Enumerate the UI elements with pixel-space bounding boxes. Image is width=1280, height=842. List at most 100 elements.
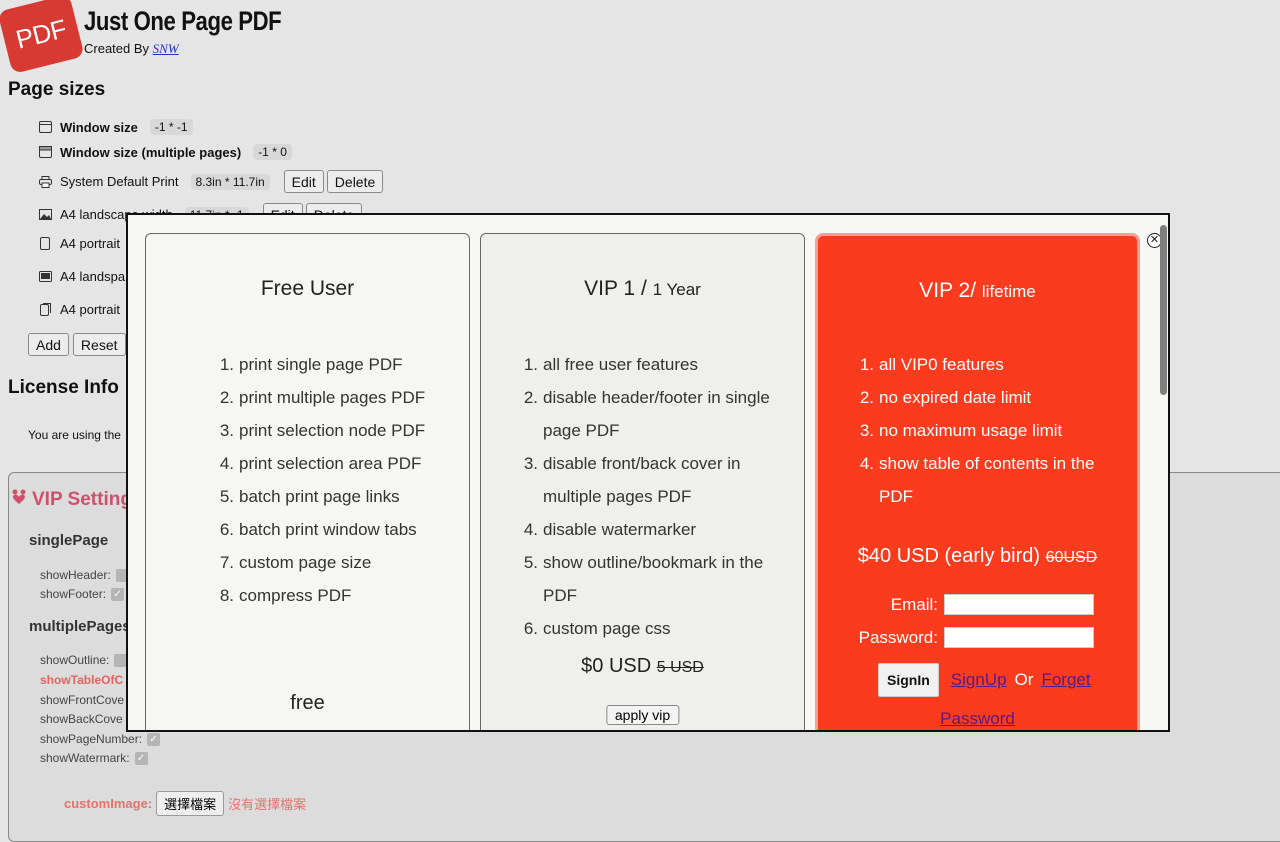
hearts-icon bbox=[12, 489, 26, 511]
show-page-number-option[interactable]: showPageNumber: ✓ bbox=[40, 732, 161, 746]
page-size-name: System Default Print bbox=[60, 174, 179, 189]
vip1-feature-list: 1. all free user features 2. disable heade… bbox=[514, 348, 789, 645]
portrait-page-icon bbox=[38, 237, 52, 251]
page-sizes-title: Page sizes bbox=[8, 79, 106, 100]
vip-settings-label: VIP Setting bbox=[32, 489, 132, 510]
email-input[interactable] bbox=[944, 594, 1094, 615]
forget-password-row: Password bbox=[818, 709, 1137, 729]
feature-item: 1. print single page PDF bbox=[219, 355, 403, 374]
feature-item: 3. disable front/back cover in multiple p… bbox=[523, 454, 741, 506]
show-outline-option[interactable]: showOutline: bbox=[40, 653, 128, 667]
page-size-item[interactable]: Window size (multiple pages) -1 * 0 bbox=[38, 144, 292, 160]
checkbox[interactable]: ✓ bbox=[134, 751, 148, 765]
edit-button[interactable]: Edit bbox=[283, 170, 324, 193]
show-header-option[interactable]: showHeader: bbox=[40, 568, 129, 582]
vip2-card-title: VIP 2/ lifetime bbox=[919, 279, 1036, 302]
single-page-title: singlePage bbox=[29, 532, 109, 549]
printer-icon bbox=[38, 175, 52, 189]
option-label: showWatermark: bbox=[40, 751, 130, 765]
page-size-item[interactable]: A4 landspa bbox=[38, 269, 125, 284]
feature-item: 8. compress PDF bbox=[219, 586, 352, 605]
free-feature-list: 1. print single page PDF 2. print multiple… bbox=[210, 348, 425, 612]
page-size-item[interactable]: Window size -1 * -1 bbox=[38, 119, 193, 135]
page-size-value: -1 * 0 bbox=[253, 144, 292, 160]
delete-button[interactable]: Delete bbox=[326, 170, 384, 193]
signin-button[interactable]: SignIn bbox=[878, 663, 939, 697]
option-label: showPageNumber: bbox=[40, 732, 143, 746]
feature-item: 3. print selection node PDF bbox=[219, 421, 426, 440]
window-icon bbox=[38, 120, 52, 134]
vip1-original-price: 5 USD bbox=[656, 659, 704, 676]
feature-item: 4. disable watermarker bbox=[523, 520, 697, 539]
custom-image-label: customImage: bbox=[64, 796, 153, 811]
page-size-item[interactable]: A4 portrait bbox=[38, 236, 120, 251]
feature-item: 1. all free user features bbox=[523, 355, 698, 374]
feature-item: 6. custom page css bbox=[523, 619, 671, 638]
license-title: License Info bbox=[8, 377, 119, 398]
reset-button[interactable]: Reset bbox=[72, 333, 126, 356]
page-size-name: A4 portrait bbox=[60, 302, 120, 317]
add-button[interactable]: Add bbox=[28, 333, 69, 356]
page-size-name: Window size (multiple pages) bbox=[60, 144, 242, 160]
created-by: Created By SNW bbox=[84, 41, 179, 57]
show-watermark-option[interactable]: showWatermark: ✓ bbox=[40, 751, 148, 765]
email-row: Email: bbox=[818, 594, 1094, 615]
image-icon bbox=[38, 208, 52, 222]
feature-item: 1. all VIP0 features bbox=[859, 355, 1004, 374]
feature-item: 2. disable header/footer in single page P… bbox=[523, 388, 770, 440]
apply-vip-button[interactable]: apply vip bbox=[605, 705, 680, 725]
page-size-item[interactable]: System Default Print 8.3in * 11.7in Edit… bbox=[38, 170, 384, 193]
custom-image-field: customImage: 選擇檔案 沒有選擇檔案 bbox=[64, 791, 306, 816]
vip1-card-title: VIP 1 / 1 Year bbox=[584, 277, 701, 300]
multiple-pages-title: multiplePages bbox=[29, 618, 131, 635]
vip2-card: VIP 2/ lifetime 1. all VIP0 features 2. no… bbox=[815, 233, 1140, 730]
checkbox[interactable]: ✓ bbox=[147, 732, 161, 746]
feature-item: 2. no expired date limit bbox=[859, 388, 1032, 407]
show-footer-option[interactable]: showFooter: ✓ bbox=[40, 587, 125, 601]
vip2-price: $40 USD (early bird) 60USD bbox=[857, 545, 1098, 567]
signin-row: SignIn SignUp Or Forget bbox=[878, 663, 1091, 697]
modal-scrollbar[interactable] bbox=[1160, 225, 1167, 395]
show-table-of-contents-option[interactable]: showTableOfC bbox=[40, 673, 123, 687]
no-file-label: 沒有選擇檔案 bbox=[228, 797, 307, 812]
page-size-value: -1 * -1 bbox=[149, 119, 193, 135]
password-row: Password: bbox=[818, 627, 1094, 648]
or-label: Or bbox=[1014, 670, 1034, 689]
feature-item: 3. no maximum usage limit bbox=[859, 421, 1063, 440]
choose-file-button[interactable]: 選擇檔案 bbox=[156, 791, 225, 816]
signup-link[interactable]: SignUp bbox=[951, 670, 1007, 690]
vip2-feature-list: 1. all VIP0 features 2. no expired date li… bbox=[850, 348, 1120, 513]
option-label: showTableOfC bbox=[40, 673, 124, 687]
portrait-pages-icon bbox=[38, 303, 52, 317]
email-label: Email: bbox=[890, 594, 938, 614]
free-price-label: free bbox=[290, 692, 325, 714]
feature-item: 5. show outline/bookmark in the PDF bbox=[523, 553, 764, 605]
option-label: showFrontCove bbox=[40, 693, 125, 707]
forget-password-link[interactable]: Password bbox=[940, 709, 1015, 728]
vip-settings-title: VIP Setting bbox=[12, 489, 132, 511]
vip1-price: $0 USD 5 USD bbox=[581, 655, 704, 677]
page-size-name: A4 portrait bbox=[60, 236, 120, 251]
feature-item: 7. custom page size bbox=[219, 553, 372, 572]
password-input[interactable] bbox=[944, 627, 1094, 648]
vip1-card: VIP 1 / 1 Year 1. all free user features … bbox=[480, 233, 805, 730]
option-label: showBackCove bbox=[40, 712, 123, 726]
feature-item: 5. batch print page links bbox=[219, 487, 400, 506]
feature-item: 6. batch print window tabs bbox=[219, 520, 417, 539]
option-label: showOutline: bbox=[40, 653, 110, 667]
feature-item: 4. show table of contents in the PDF bbox=[859, 454, 1095, 506]
checkbox[interactable]: ✓ bbox=[111, 587, 125, 601]
show-back-cover-option[interactable]: showBackCove bbox=[40, 712, 123, 726]
logo-text: PDF bbox=[12, 12, 70, 55]
author-link[interactable]: SNW bbox=[153, 41, 179, 56]
page-size-item[interactable]: A4 portrait bbox=[38, 302, 120, 317]
page-size-value: 8.3in * 11.7in bbox=[190, 173, 270, 190]
license-text: You are using the bbox=[28, 428, 121, 442]
app-logo: PDF bbox=[0, 0, 85, 75]
show-front-cover-option[interactable]: showFrontCove bbox=[40, 693, 124, 707]
free-user-card: Free User 1. print single page PDF 2. prin… bbox=[145, 233, 470, 730]
page-size-actions: Add Reset bbox=[28, 333, 126, 356]
free-card-title: Free User bbox=[260, 277, 355, 300]
forget-link[interactable]: Forget bbox=[1041, 670, 1090, 690]
option-label: showHeader: bbox=[40, 568, 111, 582]
